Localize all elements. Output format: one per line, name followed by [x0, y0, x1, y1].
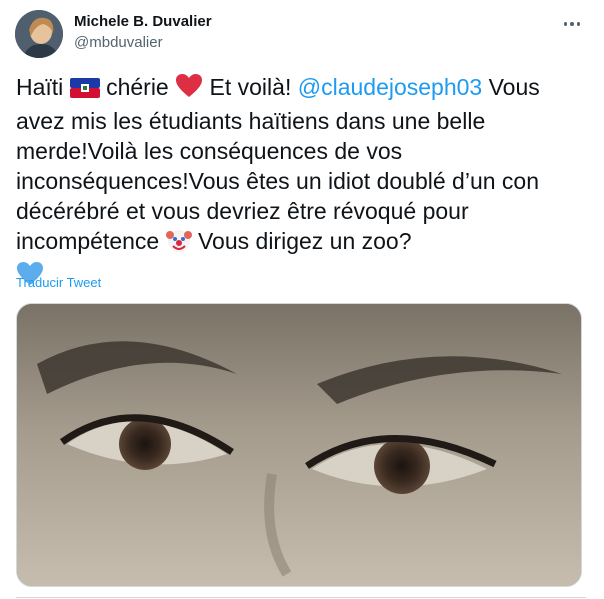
mention-link[interactable]: @claudejoseph03 — [298, 74, 482, 100]
clown-face-icon — [165, 227, 192, 260]
translate-tweet-link[interactable]: Traducir Tweet — [16, 275, 101, 290]
haiti-flag-icon — [69, 76, 100, 106]
tweet-text-segment: Et voilà! — [203, 74, 298, 100]
tweet-text-segment: chérie — [99, 74, 176, 100]
tweet-media-image[interactable] — [16, 303, 582, 587]
author-name[interactable]: Michele B. Duvalier — [74, 13, 212, 30]
tweet-text-segment: Vous dirigez un zoo? — [191, 228, 412, 254]
tweet-card: Michele B. Duvalier @mbduvalier Haïti ch… — [0, 0, 604, 599]
divider — [16, 597, 586, 598]
more-icon[interactable] — [556, 12, 588, 36]
avatar[interactable] — [15, 10, 63, 58]
author-handle[interactable]: @mbduvalier — [74, 34, 163, 51]
tweet-text-segment: Haïti — [16, 74, 70, 100]
tweet-text: Haïti chérie Et voilà! @claudejoseph03 V… — [16, 72, 586, 294]
red-heart-icon — [175, 73, 203, 106]
